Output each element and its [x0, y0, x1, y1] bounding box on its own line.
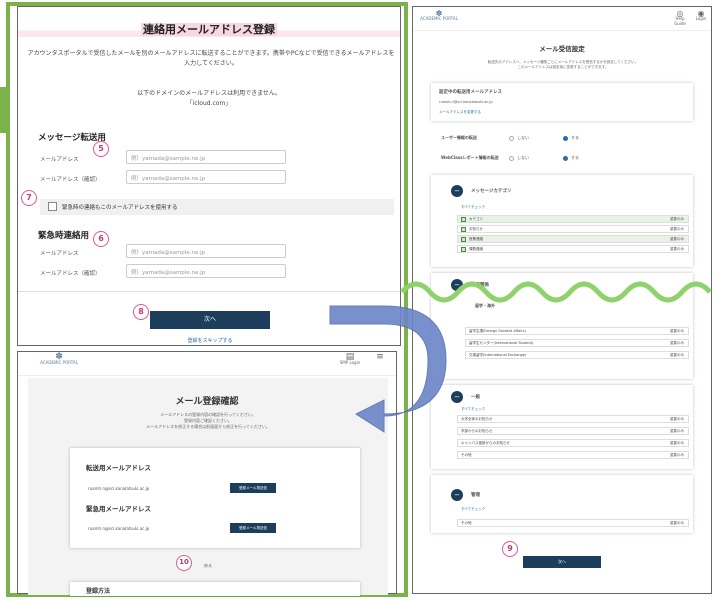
step-badge-7: 7 [21, 190, 37, 206]
flow-arrow-icon [329, 305, 447, 433]
step-badge-10: 10 [176, 555, 192, 571]
step-badge-6: 6 [93, 231, 109, 247]
wave-divider [400, 281, 712, 303]
step-badge-8: 8 [133, 304, 149, 320]
decoration-overlay [329, 281, 712, 433]
step-badge-5: 5 [93, 141, 109, 157]
step-badge-9: 9 [502, 541, 518, 557]
